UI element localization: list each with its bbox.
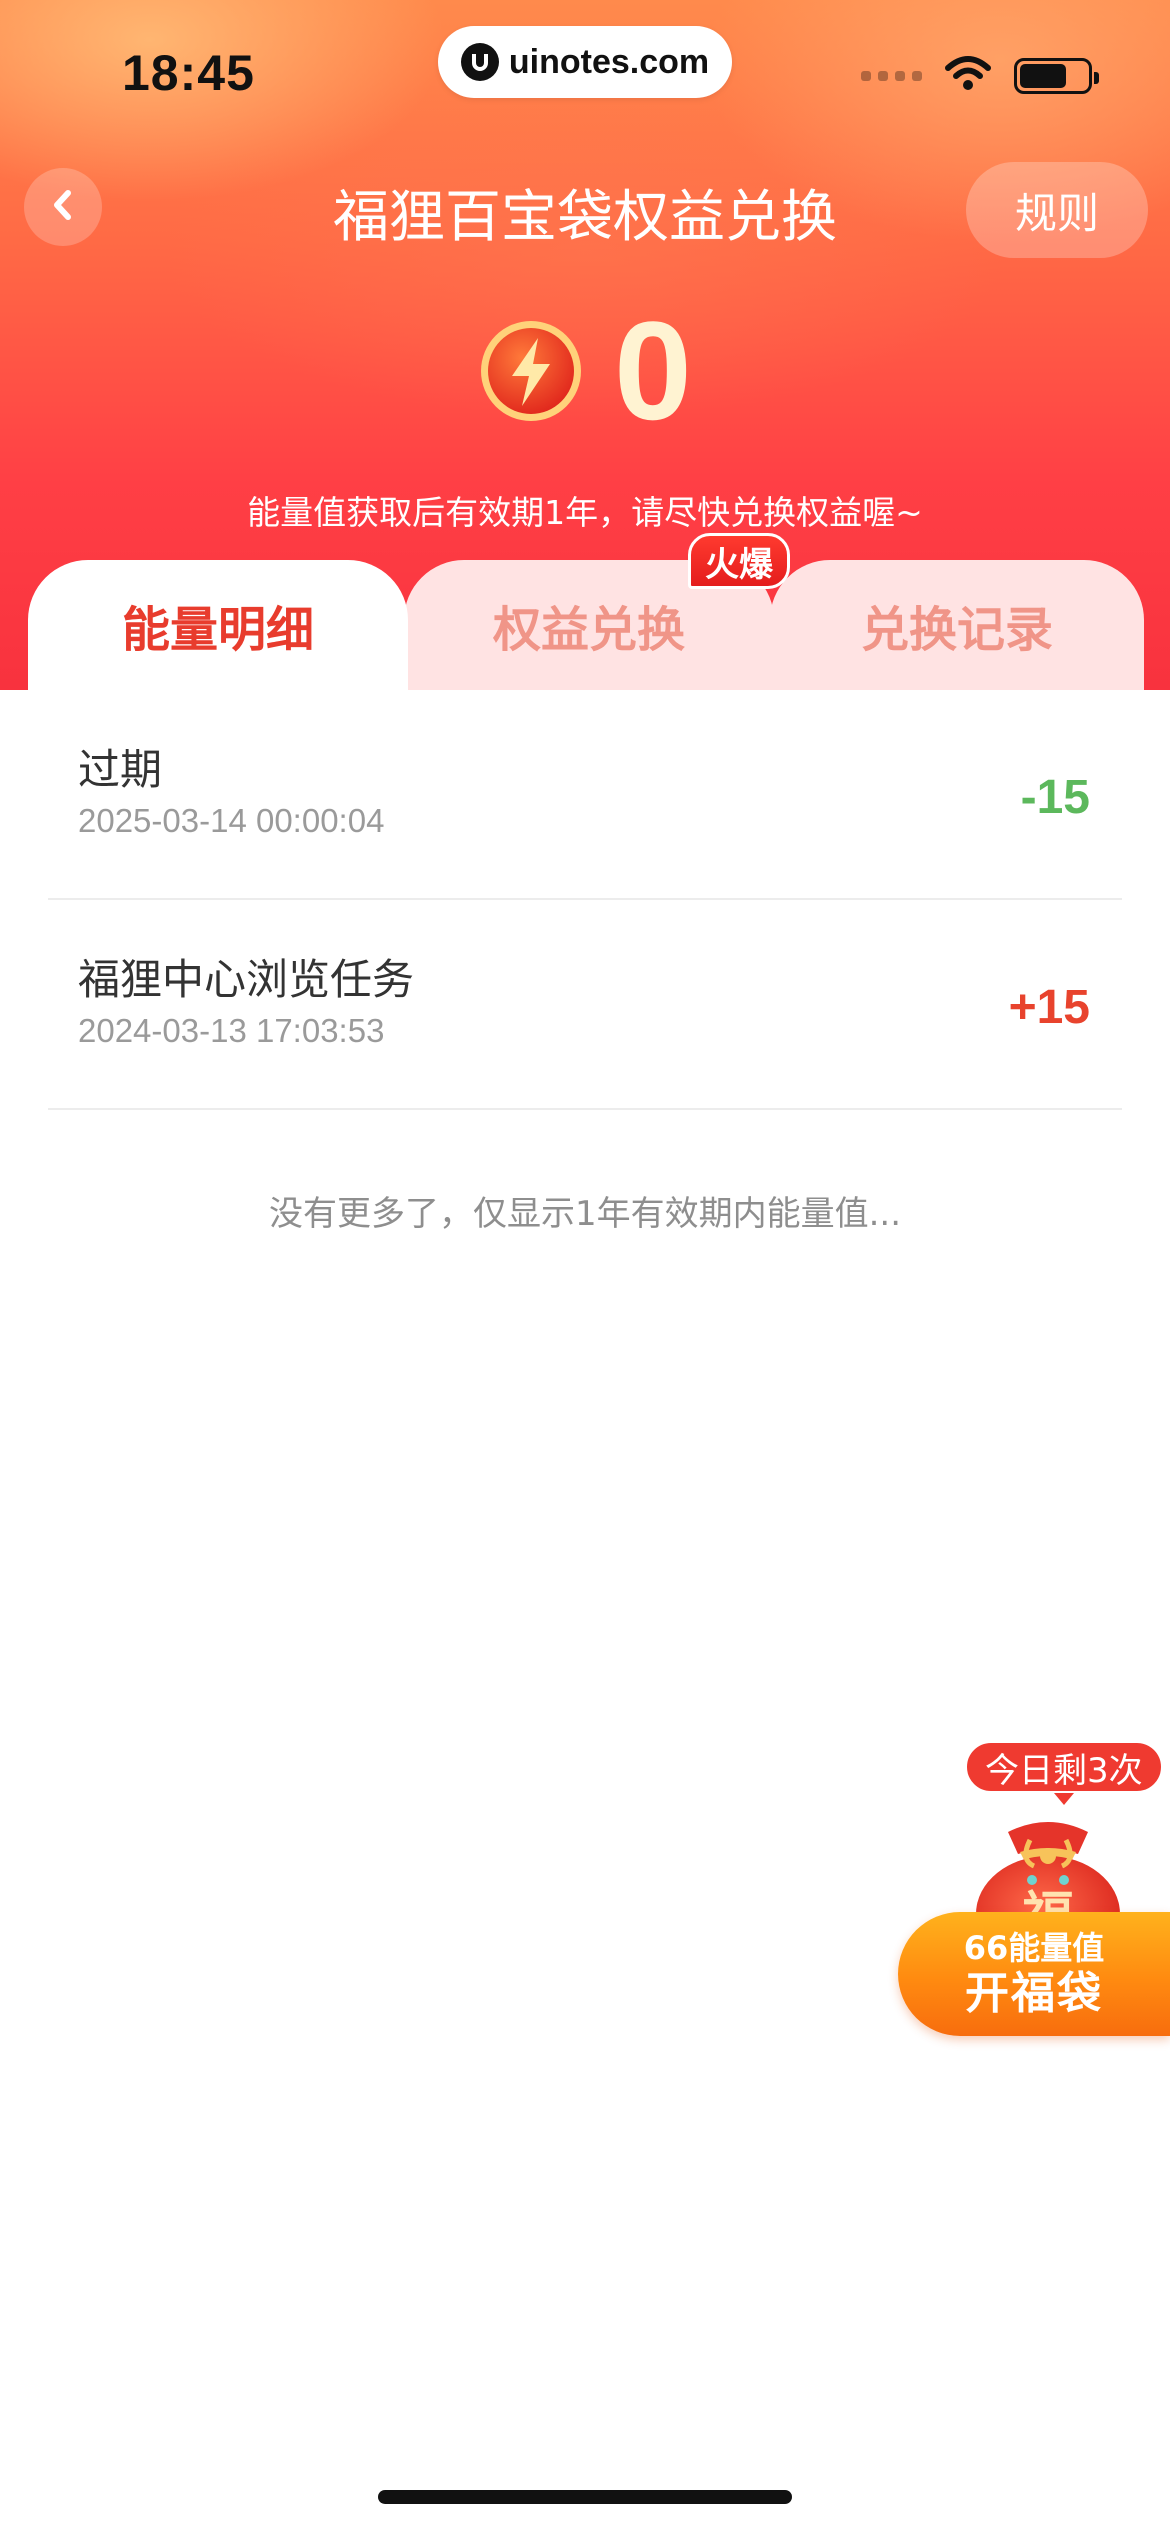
record-amount: -15	[1020, 771, 1090, 824]
bag-action-label: 开福袋	[965, 1968, 1103, 2019]
energy-validity-tip: 能量值获取后有效期1年，请尽快兑换权益喔~	[247, 493, 923, 532]
tab-label: 兑换记录	[860, 602, 1053, 658]
home-indicator[interactable]	[378, 2490, 792, 2504]
status-icons	[861, 56, 1099, 96]
record-title: 过期	[78, 745, 163, 794]
tab-energy-details[interactable]: 能量明细	[28, 560, 408, 690]
energy-value: 0	[614, 292, 692, 449]
record-title: 福狸中心浏览任务	[78, 955, 415, 1004]
watermark-logo-icon	[460, 43, 499, 81]
bag-cost-label: 66能量值	[963, 1929, 1105, 1967]
page: 18:45 uinotes.com 福狸百宝袋权益兑换 规则 0 能量值获取后有…	[0, 0, 1170, 2532]
record-time: 2024-03-13 17:03:53	[78, 1012, 385, 1049]
remaining-count-badge: 今日剩3次	[964, 1740, 1164, 1805]
watermark-text: uinotes.com	[508, 42, 710, 81]
status-time: 18:45	[122, 45, 255, 101]
lightning-icon	[478, 318, 584, 424]
open-lucky-bag-button[interactable]: 66能量值 开福袋	[898, 1912, 1170, 2036]
list-item: 过期 2025-03-14 00:00:04 -15	[48, 690, 1122, 900]
tab-label: 权益兑换	[492, 602, 685, 658]
battery-icon	[1014, 58, 1099, 94]
lucky-bag-widget[interactable]: 福 今日剩3次 66能量值 开福袋	[896, 1732, 1170, 2042]
record-amount: +15	[1008, 981, 1090, 1034]
list-item: 福狸中心浏览任务 2024-03-13 17:03:53 +15	[48, 900, 1122, 1110]
energy-record-list: 过期 2025-03-14 00:00:04 -15 福狸中心浏览任务 2024…	[0, 690, 1170, 1235]
watermark-pill: uinotes.com	[438, 26, 732, 98]
signal-icon	[861, 71, 922, 81]
tab-label: 能量明细	[121, 602, 314, 658]
hot-badge: 火爆	[688, 533, 790, 589]
rules-button[interactable]: 规则	[966, 162, 1148, 258]
wifi-icon	[944, 56, 992, 96]
tab-exchange-records[interactable]: 兑换记录	[770, 560, 1144, 690]
tab-bar: 能量明细 权益兑换 兑换记录	[0, 560, 1170, 690]
record-time: 2025-03-14 00:00:04	[78, 802, 385, 839]
list-end-note: 没有更多了，仅显示1年有效期内能量值...	[268, 1194, 902, 1234]
